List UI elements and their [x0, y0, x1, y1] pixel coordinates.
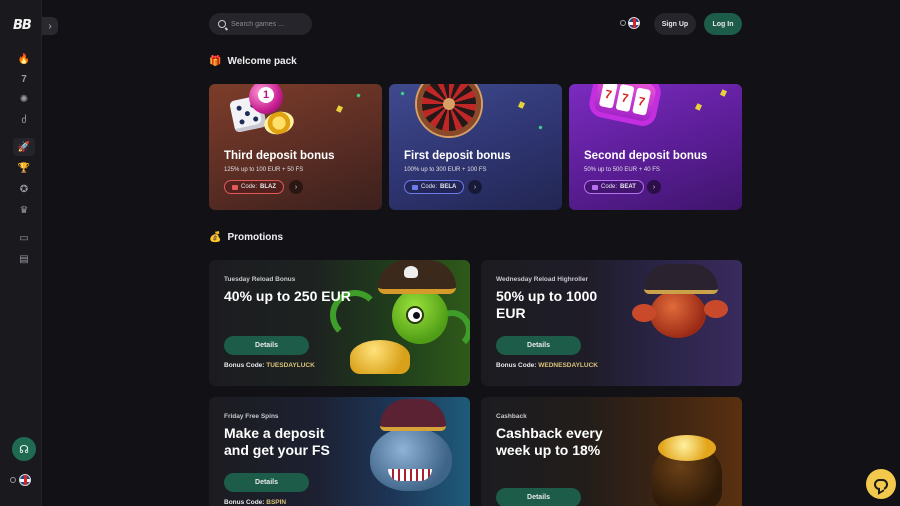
language-selector[interactable]	[620, 17, 640, 29]
welcome-card-title: Third deposit bonus	[224, 150, 335, 162]
roulette-wheel-illustration	[417, 84, 481, 136]
gold-pot-illustration	[612, 397, 742, 506]
wallet-icon[interactable]: ▭	[17, 231, 31, 245]
log-in-button[interactable]: Log In	[704, 13, 742, 35]
sidebar-collapse-button[interactable]: ›	[42, 17, 58, 35]
welcome-card-subtitle: 125% up to 100 EUR + 50 FS	[224, 167, 304, 173]
welcome-card-subtitle: 100% up to 300 EUR + 100 FS	[404, 167, 487, 173]
code-label: Code:	[241, 184, 258, 190]
ticket-icon	[232, 184, 238, 190]
uk-flag-icon	[19, 474, 31, 486]
search-icon	[218, 20, 226, 28]
ticket-icon	[592, 184, 598, 190]
promo-card-tuesday[interactable]: Tuesday Reload Bonus 40% up to 250 EUR D…	[209, 260, 470, 386]
bonus-code-value: TUESDAYLUCK	[266, 362, 315, 369]
promotions-heading: 💰 Promotions	[209, 232, 283, 243]
money-bag-icon: 💰	[209, 232, 222, 243]
welcome-pack-heading: 🎁 Welcome pack	[209, 56, 297, 67]
promo-card-wednesday[interactable]: Wednesday Reload Highroller 50% up to 10…	[481, 260, 742, 386]
welcome-card-second-deposit[interactable]: 777 Second deposit bonus 50% up to 500 E…	[569, 84, 742, 210]
gift-icon: 🎁	[209, 56, 222, 67]
promo-bonus-code: Bonus Code: BSPIN	[224, 499, 286, 506]
promo-title: 40% up to 250 EUR	[224, 288, 351, 304]
welcome-card-third-deposit[interactable]: 1 Third deposit bonus 125% up to 100 EUR…	[209, 84, 382, 210]
language-ring-icon	[620, 20, 626, 26]
bonus-code-value: WEDNESDAYLUCK	[538, 362, 598, 369]
chevron-right-icon[interactable]: ›	[647, 180, 661, 194]
seven-icon[interactable]: 7	[17, 72, 31, 86]
promo-card-friday[interactable]: Friday Free Spins Make a deposit and get…	[209, 397, 470, 506]
language-selector-sidebar[interactable]	[10, 474, 31, 486]
bonus-code-pill[interactable]: Code: BLAZ	[224, 180, 285, 194]
welcome-card-subtitle: 50% up to 500 EUR + 40 FS	[584, 167, 660, 173]
document-icon[interactable]: ▤	[17, 252, 31, 266]
promo-bonus-code: Bonus Code: TUESDAYLUCK	[224, 362, 315, 369]
details-button[interactable]: Details	[224, 336, 309, 355]
promo-title: Make a deposit and get your FS	[224, 425, 330, 458]
promo-category: Cashback	[496, 413, 527, 420]
details-button[interactable]: Details	[224, 473, 309, 492]
lottery-ball-illustration: 1	[249, 84, 283, 114]
chevron-right-icon[interactable]: ›	[468, 180, 482, 194]
bonus-code-pill[interactable]: Code: BEAT	[584, 180, 644, 194]
sign-up-button[interactable]: Sign Up	[654, 13, 696, 35]
bonus-code-pill[interactable]: Code: BELA	[404, 180, 465, 194]
site-logo[interactable]: BB	[13, 18, 32, 33]
welcome-card-title: Second deposit bonus	[584, 150, 708, 162]
promo-title: Cashback every week up to 18%	[496, 425, 603, 458]
promo-title: 50% up to 1000 EUR	[496, 288, 598, 321]
code-label: Code:	[601, 184, 618, 190]
uk-flag-icon	[628, 17, 640, 29]
bonus-code-label: Bonus Code:	[224, 499, 265, 506]
crown-icon[interactable]: ♛	[17, 203, 31, 217]
fire-icon[interactable]: 🔥	[17, 52, 31, 66]
chat-icon	[874, 478, 888, 490]
octopus-pirate-illustration	[330, 260, 470, 386]
bonus-code-value: BSPIN	[266, 499, 287, 506]
code-value: BELA	[440, 184, 457, 190]
code-label: Code:	[421, 184, 438, 190]
search-input[interactable]	[231, 20, 303, 28]
search-bar[interactable]	[209, 13, 312, 35]
headset-icon: ☊	[19, 443, 29, 456]
cherries-icon[interactable]: ძ	[17, 113, 31, 127]
award-icon[interactable]: ✪	[17, 182, 31, 196]
chevron-right-icon[interactable]: ›	[289, 180, 303, 194]
shark-pirate-illustration	[340, 397, 470, 506]
ticket-icon	[412, 184, 418, 190]
welcome-pack-title: Welcome pack	[227, 56, 297, 67]
sidebar: BB 🔥 7 ✺ ძ 🚀 🏆 ✪ ♛ ▭ ▤ ☊	[0, 0, 42, 506]
language-ring-icon	[10, 477, 16, 483]
welcome-card-first-deposit[interactable]: First deposit bonus 100% up to 300 EUR +…	[389, 84, 562, 210]
crab-pirate-illustration	[612, 260, 742, 386]
roulette-icon[interactable]: ✺	[17, 92, 31, 106]
code-value: BEAT	[620, 184, 636, 190]
promo-category: Tuesday Reload Bonus	[224, 276, 296, 283]
support-headset-button[interactable]: ☊	[12, 437, 36, 461]
slot-machine-illustration: 777	[586, 84, 664, 129]
welcome-card-title: First deposit bonus	[404, 150, 511, 162]
promo-card-cashback[interactable]: Cashback Cashback every week up to 18% D…	[481, 397, 742, 506]
promotions-title: Promotions	[227, 232, 284, 243]
promo-bonus-code: Bonus Code: WEDNESDAYLUCK	[496, 362, 598, 369]
rocket-icon[interactable]: 🚀	[17, 140, 31, 154]
details-button[interactable]: Details	[496, 336, 581, 355]
promo-category: Friday Free Spins	[224, 413, 279, 420]
live-chat-button[interactable]	[866, 469, 896, 499]
bonus-code-label: Bonus Code:	[224, 362, 265, 369]
code-value: BLAZ	[260, 184, 277, 190]
bonus-code-label: Bonus Code:	[496, 362, 537, 369]
promo-category: Wednesday Reload Highroller	[496, 276, 588, 283]
trophy-icon[interactable]: 🏆	[17, 161, 31, 175]
details-button[interactable]: Details	[496, 488, 581, 506]
